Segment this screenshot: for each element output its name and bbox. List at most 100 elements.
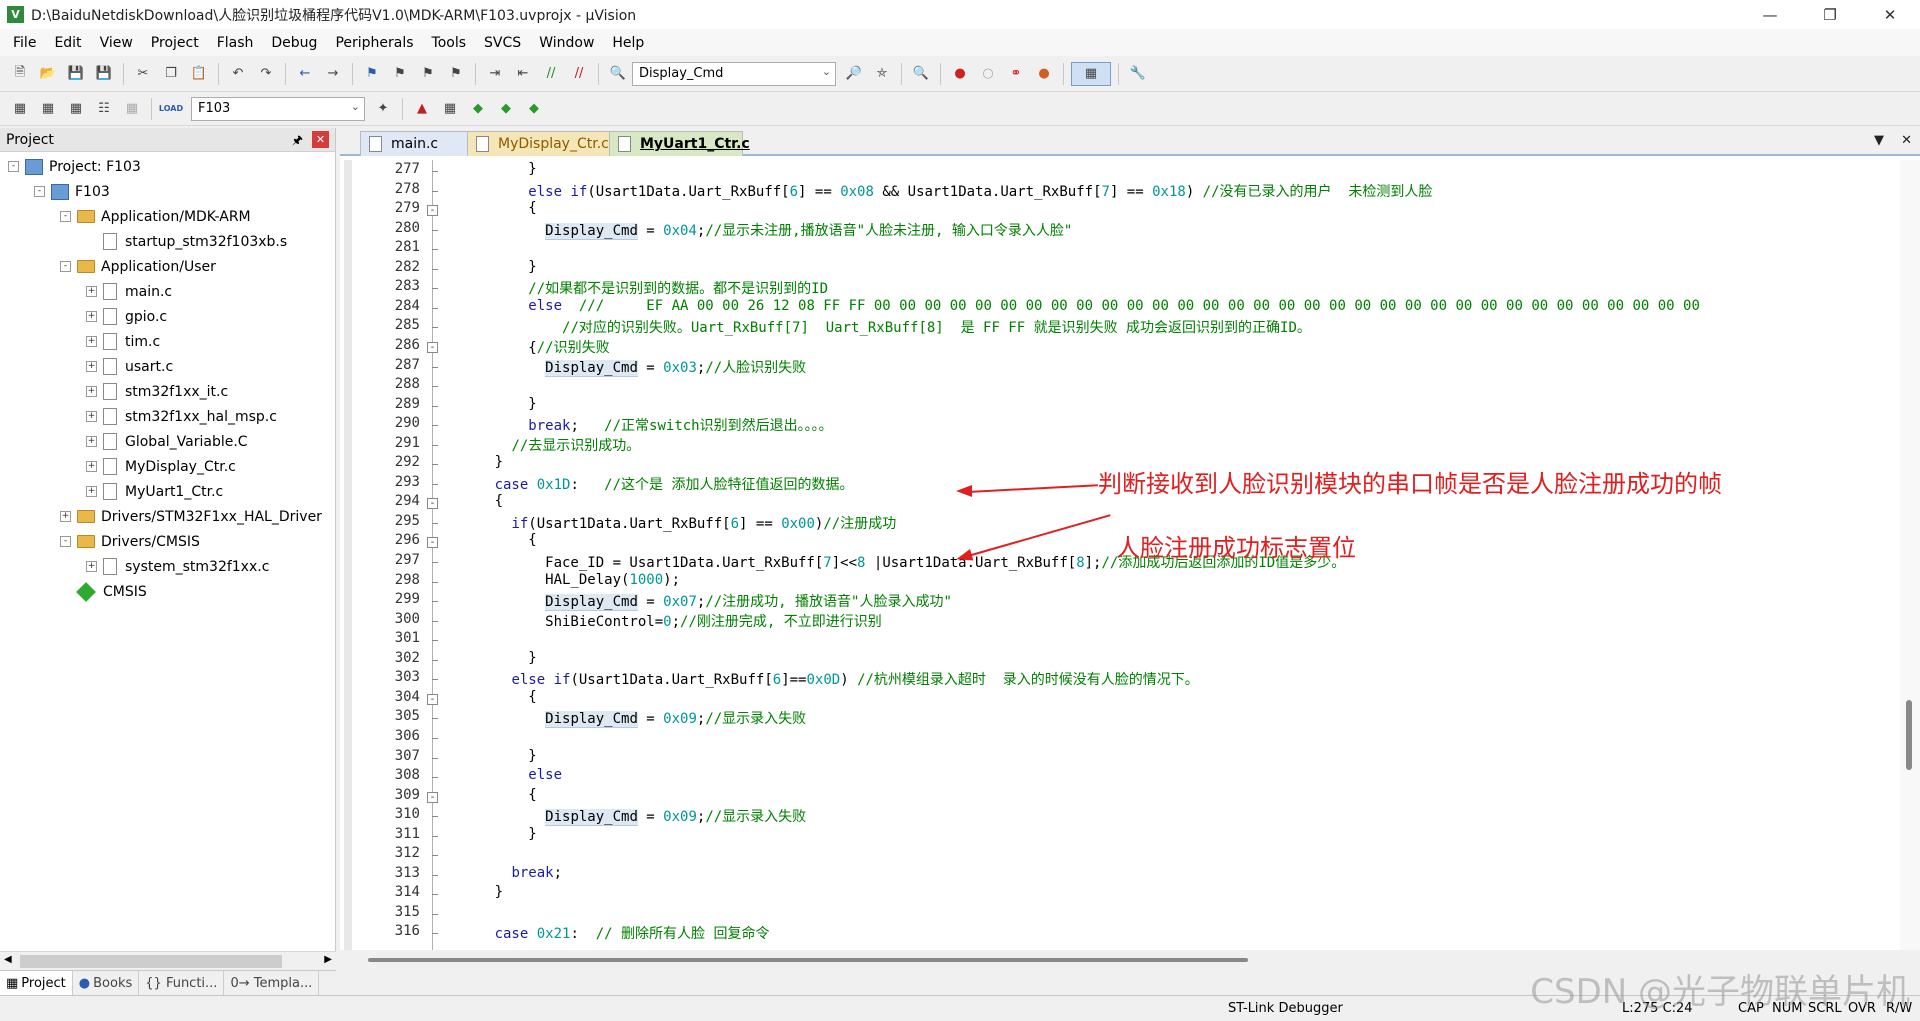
minimize-button[interactable]: — <box>1740 0 1800 29</box>
insert-breakpoint-button[interactable]: ● <box>948 62 972 86</box>
code-line[interactable]: 316 case 0x21: // 删除所有人脸 回复命令 <box>340 923 1900 943</box>
fold-collapse-icon[interactable]: - <box>427 205 438 217</box>
code-line[interactable]: 277 } <box>340 161 1900 181</box>
tab-books[interactable]: ● Books <box>73 971 140 995</box>
fold-collapse-icon[interactable]: - <box>427 498 438 510</box>
scrollbar-thumb[interactable] <box>368 958 1248 962</box>
find-in-files-button[interactable]: 🔍 <box>606 62 630 86</box>
unindent-button[interactable]: ⇤ <box>511 62 535 86</box>
tab-mydisplay-ctr-c[interactable]: MyDisplay_Ctr.c* <box>467 131 616 156</box>
code-line[interactable]: 281 <box>340 239 1900 259</box>
tree-item-file[interactable]: startup_stm32f103xb.s <box>86 229 287 254</box>
tree-item-file[interactable]: + Global_Variable.C <box>86 429 248 454</box>
tree-item-target[interactable]: - F103 <box>34 179 110 204</box>
code-line[interactable]: 313 break; <box>340 865 1900 885</box>
tree-item-file[interactable]: + gpio.c <box>86 304 167 329</box>
scrollbar-thumb[interactable] <box>1906 700 1912 770</box>
code-line[interactable]: 286- {//识别失败 <box>340 337 1900 357</box>
build-button[interactable]: ▦ <box>36 97 60 121</box>
expand-icon[interactable]: + <box>86 486 97 497</box>
chevron-down-icon[interactable]: ▼ <box>1874 133 1884 148</box>
code-line[interactable]: 298 HAL_Delay(1000); <box>340 572 1900 592</box>
tree-item-file[interactable]: + stm32f1xx_it.c <box>86 379 228 404</box>
code-line[interactable]: 291 //去显示识别成功。 <box>340 435 1900 455</box>
tree-item-file[interactable]: + MyDisplay_Ctr.c <box>86 454 236 479</box>
code-line[interactable]: 278 else if(Usart1Data.Uart_RxBuff[6] ==… <box>340 181 1900 201</box>
fold-collapse-icon[interactable]: - <box>427 537 438 549</box>
tab-functions[interactable]: {} Functi... <box>139 971 225 995</box>
code-line[interactable]: 279- { <box>340 200 1900 220</box>
expand-icon[interactable]: + <box>86 561 97 572</box>
incremental-find-button[interactable]: ⛤ <box>870 62 894 86</box>
collapse-icon[interactable]: - <box>8 161 19 172</box>
tree-item-file[interactable]: + system_stm32f1xx.c <box>86 554 269 579</box>
code-line[interactable]: 306 <box>340 728 1900 748</box>
comment-button[interactable]: // <box>539 62 563 86</box>
scrollbar-thumb[interactable] <box>20 955 282 968</box>
new-file-button[interactable]: 🗎 <box>8 62 32 86</box>
cut-button[interactable]: ✂ <box>131 62 155 86</box>
code-line[interactable]: 285 //对应的识别失败。Uart_RxBuff[7] Uart_RxBuff… <box>340 317 1900 337</box>
tree-item-gem[interactable]: CMSIS <box>60 579 147 604</box>
code-line[interactable]: 303 else if(Usart1Data.Uart_RxBuff[6]==0… <box>340 669 1900 689</box>
tree-item-folder[interactable]: + Drivers/STM32F1xx_HAL_Driver <box>60 504 322 529</box>
uncomment-button[interactable]: // <box>567 62 591 86</box>
menu-debug[interactable]: Debug <box>262 35 326 51</box>
code-line[interactable]: 280 Display_Cmd = 0x04;//显示未注册,播放语音"人脸未注… <box>340 220 1900 240</box>
tab-myuart1-ctr-c[interactable]: MyUart1_Ctr.c <box>609 131 750 156</box>
expand-icon[interactable]: + <box>86 386 97 397</box>
code-line[interactable]: 304- { <box>340 689 1900 709</box>
disable-breakpoint-button[interactable]: ○ <box>976 62 1000 86</box>
code-line[interactable]: 307 } <box>340 748 1900 768</box>
stop-build-button[interactable]: ▦ <box>120 97 144 121</box>
code-line[interactable]: 310 Display_Cmd = 0x09;//显示录入失败 <box>340 806 1900 827</box>
menu-peripherals[interactable]: Peripherals <box>326 35 422 51</box>
menu-edit[interactable]: Edit <box>45 35 90 51</box>
batch-build-button[interactable]: ☷ <box>92 97 116 121</box>
tree-item-file[interactable]: + stm32f1xx_hal_msp.c <box>86 404 277 429</box>
restore-button[interactable]: ❐ <box>1800 0 1860 29</box>
clear-bookmarks-button[interactable]: ⚑ <box>444 62 468 86</box>
copy-button[interactable]: ❐ <box>159 62 183 86</box>
expand-icon[interactable]: + <box>60 511 71 522</box>
kill-all-breakpoints-button[interactable]: ● <box>1032 62 1056 86</box>
tree-item-file[interactable]: + MyUart1_Ctr.c <box>86 479 223 504</box>
open-file-button[interactable]: 📂 <box>36 62 60 86</box>
collapse-icon[interactable]: - <box>60 211 71 222</box>
code-line[interactable]: 311 } <box>340 826 1900 846</box>
nav-forward-button[interactable]: → <box>321 62 345 86</box>
scroll-right-icon[interactable]: ▶ <box>324 954 332 965</box>
menu-view[interactable]: View <box>91 35 142 51</box>
code-line[interactable]: 301 <box>340 630 1900 650</box>
scroll-left-icon[interactable]: ◀ <box>4 954 12 965</box>
select-pack-button[interactable]: ◆ <box>494 97 518 121</box>
collapse-icon[interactable]: - <box>34 186 45 197</box>
file-extensions-button[interactable]: ▦ <box>438 97 462 121</box>
tree-item-file[interactable]: + tim.c <box>86 329 160 354</box>
paste-button[interactable]: 📋 <box>187 62 211 86</box>
expand-icon[interactable]: + <box>86 311 97 322</box>
code-line[interactable]: 282 } <box>340 259 1900 279</box>
collapse-icon[interactable]: - <box>60 536 71 547</box>
code-line[interactable]: 290 break; //正常switch识别到然后退出。。。。 <box>340 415 1900 435</box>
code-line[interactable]: 288 <box>340 376 1900 396</box>
undo-button[interactable]: ↶ <box>226 62 250 86</box>
redo-button[interactable]: ↷ <box>254 62 278 86</box>
nav-back-button[interactable]: ← <box>293 62 317 86</box>
menu-tools[interactable]: Tools <box>423 35 476 51</box>
indent-button[interactable]: ⇥ <box>483 62 507 86</box>
code-line[interactable]: 284 else /// EF AA 00 00 26 12 08 FF FF … <box>340 298 1900 318</box>
code-line[interactable]: 309- { <box>340 787 1900 807</box>
close-panel-button[interactable]: ✕ <box>312 131 329 148</box>
expand-icon[interactable]: + <box>86 411 97 422</box>
project-panel-scrollbar[interactable]: ◀ ▶ <box>0 951 336 970</box>
tab-main-c[interactable]: main.c <box>360 131 476 156</box>
debug-session-button[interactable]: 🔍 <box>909 62 933 86</box>
prev-bookmark-button[interactable]: ⚑ <box>388 62 412 86</box>
tree-item-folder[interactable]: - Application/MDK-ARM <box>60 204 251 229</box>
save-all-button[interactable]: 💾 <box>92 62 116 86</box>
pin-icon[interactable]: 🖈 <box>292 131 303 152</box>
rte-button[interactable]: ◆ <box>522 97 546 121</box>
download-button[interactable]: LOAD <box>159 97 183 121</box>
tab-templates[interactable]: 0→ Templa... <box>224 971 320 995</box>
